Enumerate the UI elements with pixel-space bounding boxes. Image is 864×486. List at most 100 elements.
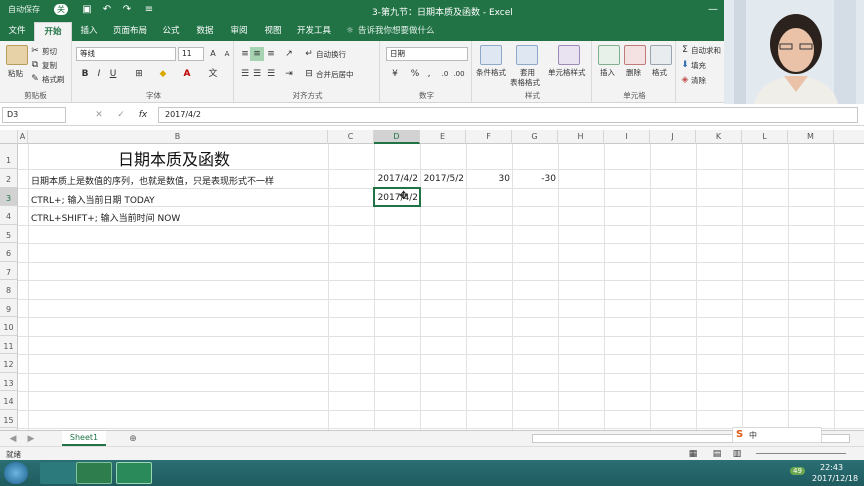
delete-cells-icon[interactable] [624,45,646,65]
confirm-entry-icon[interactable]: ✓ [114,108,128,122]
row-header-14[interactable]: 14 [0,391,18,410]
tab-insert[interactable]: 插入 [74,22,104,41]
tab-view[interactable]: 视图 [258,22,288,41]
cell-d2[interactable]: 2017/4/2 [374,174,418,184]
format-painter-icon[interactable]: ✎ [28,72,42,86]
insert-cells-button[interactable]: 插入 [600,67,615,78]
minimize-icon[interactable]: — [706,3,720,17]
next-sheet-icon[interactable]: ▶ [24,432,38,446]
sheet-tab-sheet1[interactable]: Sheet1 [62,431,106,446]
column-header-h[interactable]: H [558,130,604,144]
merge-center-button[interactable]: 合并后居中 [316,69,354,80]
row-header-3[interactable]: 3 [0,187,18,206]
customize-qat-icon[interactable]: ≡ [142,3,156,17]
cell-e2[interactable]: 2017/5/2 [420,174,464,184]
align-middle-icon[interactable]: ≡ [250,47,264,61]
currency-icon[interactable]: ¥ [388,67,402,81]
column-header-l[interactable]: L [742,130,788,144]
insert-cells-icon[interactable] [598,45,620,65]
clock-date[interactable]: 2017/12/18 [812,474,858,483]
tab-formulas[interactable]: 公式 [156,22,186,41]
font-name-select[interactable]: 等线 [76,47,176,61]
tab-page-layout[interactable]: 页面布局 [108,22,152,41]
normal-view-icon[interactable]: ▦ [686,447,700,461]
tab-data[interactable]: 数据 [190,22,220,41]
column-header-m[interactable]: M [788,130,834,144]
phonetic-icon[interactable]: 文 [206,67,220,81]
camtasia-app-icon[interactable] [116,462,152,484]
increase-decimal-icon[interactable]: .0 [438,67,452,81]
insert-function-icon[interactable]: fx [136,108,150,122]
format-cells-icon[interactable] [650,45,672,65]
bold-button[interactable]: B [78,67,92,81]
row-header-15[interactable]: 15 [0,409,18,428]
conditional-format-icon[interactable] [480,45,502,65]
cell-f2[interactable]: 30 [466,174,510,184]
tell-me-search[interactable]: 告诉我你想要做什么 [358,22,468,41]
fill-button[interactable]: 填充 [691,60,706,71]
column-header-c[interactable]: C [328,130,374,144]
format-as-table-icon[interactable] [516,45,538,65]
column-header-e[interactable]: E [420,130,466,144]
copy-button[interactable]: 复制 [42,60,57,71]
column-header-g[interactable]: G [512,130,558,144]
cell-b3[interactable]: CTRL+; 输入当前日期 TODAY [31,193,155,206]
number-format-select[interactable]: 日期 [386,47,468,61]
tab-home[interactable]: 开始 [34,22,72,41]
row-header-13[interactable]: 13 [0,372,18,391]
delete-cells-button[interactable]: 删除 [626,67,641,78]
copy-icon[interactable]: ⧉ [28,58,42,72]
row-header-9[interactable]: 9 [0,298,18,317]
paste-icon[interactable] [6,45,28,65]
italic-button[interactable]: I [92,67,106,81]
align-center-icon[interactable]: ☰ [250,67,264,81]
browser-app-icon[interactable] [40,462,76,484]
fill-down-icon[interactable]: ⬇ [678,58,692,72]
column-header-f[interactable]: F [466,130,512,144]
underline-button[interactable]: U [106,67,120,81]
cut-button[interactable]: 剪切 [42,46,57,57]
column-header-b[interactable]: B [28,130,328,144]
autosave-toggle[interactable]: 关 [54,4,68,15]
redo-icon[interactable]: ↷ [120,3,134,17]
format-cells-button[interactable]: 格式 [652,67,667,78]
column-header-a[interactable]: A [18,130,28,144]
clock-time[interactable]: 22:43 [820,463,843,472]
row-header-8[interactable]: 8 [0,280,18,299]
cell-styles-icon[interactable] [558,45,580,65]
column-header-d[interactable]: D [374,130,420,144]
tab-developer[interactable]: 开发工具 [292,22,336,41]
row-header-10[interactable]: 10 [0,317,18,336]
row-header-6[interactable]: 6 [0,243,18,262]
decrease-decimal-icon[interactable]: .00 [452,67,466,81]
page-layout-view-icon[interactable]: ▤ [710,447,724,461]
column-header-k[interactable]: K [696,130,742,144]
fill-color-icon[interactable]: ◆ [156,67,170,81]
name-box[interactable]: D3 [2,107,66,123]
row-header-11[interactable]: 11 [0,335,18,354]
cut-icon[interactable]: ✂ [28,44,42,58]
percent-button[interactable]: % [408,67,422,81]
tab-review[interactable]: 审阅 [224,22,254,41]
border-icon[interactable]: ⊞ [132,67,146,81]
cell-b4[interactable]: CTRL+SHIFT+; 输入当前时间 NOW [31,211,180,224]
eraser-icon[interactable]: ◈ [678,73,692,87]
tab-file[interactable]: 文件 [0,22,34,41]
ime-mode[interactable]: 中 [749,430,757,441]
zoom-slider[interactable] [756,453,846,454]
undo-icon[interactable]: ↶ [100,3,114,17]
start-button-icon[interactable] [4,462,28,484]
cancel-entry-icon[interactable]: ✕ [92,108,106,122]
autosum-button[interactable]: 自动求和 [691,45,721,56]
comma-button[interactable]: , [422,67,436,81]
paste-button[interactable]: 粘贴 [8,68,23,79]
select-all-corner[interactable] [0,130,18,144]
format-painter-button[interactable]: 格式刷 [42,74,65,85]
save-icon[interactable]: ▣ [80,3,94,17]
column-header-j[interactable]: J [650,130,696,144]
merge-center-icon[interactable]: ⊟ [302,67,316,81]
cell-styles-button[interactable]: 单元格样式 [548,67,586,78]
indent-icon[interactable]: ⇥ [282,67,296,81]
orientation-icon[interactable]: ↗ [282,47,296,61]
page-break-view-icon[interactable]: ▥ [730,447,744,461]
